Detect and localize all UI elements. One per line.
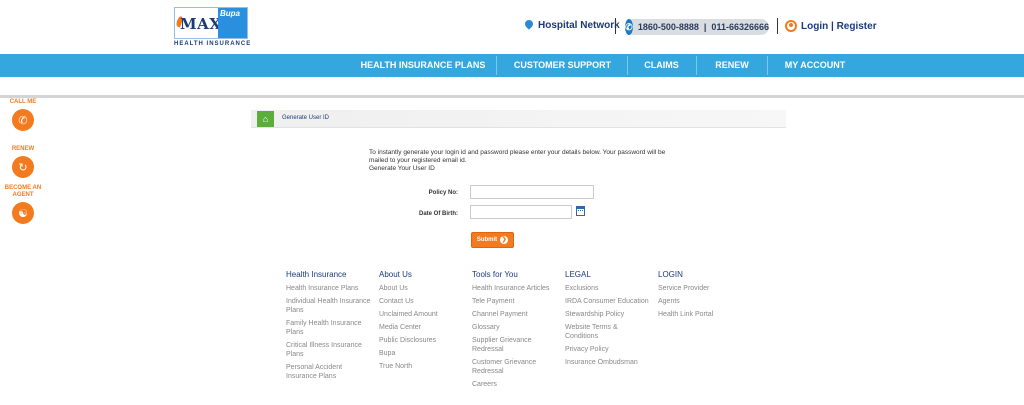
nav-my-account[interactable]: MY ACCOUNT bbox=[770, 54, 860, 77]
footer-link[interactable]: Media Center bbox=[379, 323, 464, 332]
footer-link[interactable]: Tele Payment bbox=[472, 297, 557, 306]
footer-link[interactable]: Health Insurance Articles bbox=[472, 284, 557, 293]
breadcrumb: ⌂ Generate User ID bbox=[251, 110, 786, 128]
footer-link[interactable]: Unclaimed Amount bbox=[379, 310, 464, 319]
breadcrumb-current: Generate User ID bbox=[282, 115, 330, 121]
footer-link[interactable]: About Us bbox=[379, 284, 464, 293]
site-header: MAX Bupa HEALTH INSURANCE Hospital Netwo… bbox=[0, 0, 1024, 54]
nav-health-insurance-plans[interactable]: HEALTH INSURANCE PLANS bbox=[353, 54, 493, 77]
dob-label: Date Of Birth: bbox=[419, 211, 458, 217]
phone-numbers[interactable]: ✆ 1860-500-8888 | 011-66326666 bbox=[625, 19, 769, 35]
nav-renew[interactable]: RENEW bbox=[699, 54, 765, 77]
hospital-network-link[interactable]: Hospital Network bbox=[525, 20, 620, 31]
footer-heading: LEGAL bbox=[565, 270, 591, 279]
home-icon[interactable]: ⌂ bbox=[257, 111, 274, 127]
nav-claims[interactable]: CLAIMS bbox=[630, 54, 693, 77]
footer-column-login: LOGIN Service Provider Agents Health Link P… bbox=[658, 270, 743, 323]
handshake-icon[interactable]: ☯ bbox=[12, 202, 34, 224]
footer-link[interactable]: Careers bbox=[472, 380, 557, 389]
dob-input[interactable] bbox=[470, 205, 572, 219]
footer-column-tools-for-you: Tools for You Health Insurance Articles Te… bbox=[472, 270, 557, 393]
renew-widget[interactable]: RENEW ↻ bbox=[0, 146, 46, 178]
renew-clock-icon[interactable]: ↻ bbox=[12, 156, 34, 178]
footer-link[interactable]: Stewardship Policy bbox=[565, 310, 650, 319]
footer-link[interactable]: Website Terms & Conditions bbox=[565, 323, 650, 341]
footer-link[interactable]: Customer Grievance Redressal bbox=[472, 358, 557, 376]
location-pin-icon bbox=[525, 20, 533, 31]
footer-link[interactable]: Public Disclosures bbox=[379, 336, 464, 345]
footer-column-about-us: About Us About Us Contact Us Unclaimed Amou… bbox=[379, 270, 464, 375]
footer-link[interactable]: Agents bbox=[658, 297, 743, 306]
phone-icon[interactable]: ✆ bbox=[12, 109, 34, 131]
call-me-widget[interactable]: CALL ME ✆ bbox=[0, 99, 46, 131]
footer-link[interactable]: Health Insurance Plans bbox=[286, 284, 371, 293]
footer-link[interactable]: Individual Health Insurance Plans bbox=[286, 297, 371, 315]
footer-link[interactable]: Exclusions bbox=[565, 284, 650, 293]
footer-heading: Health Insurance bbox=[286, 270, 347, 279]
footer-link[interactable]: Glossary bbox=[472, 323, 557, 332]
max-bupa-logo[interactable]: MAX Bupa HEALTH INSURANCE bbox=[174, 7, 250, 47]
footer-link[interactable]: Channel Payment bbox=[472, 310, 557, 319]
footer-link[interactable]: Supplier Grievance Redressal bbox=[472, 336, 557, 354]
form-intro: To instantly generate your login id and … bbox=[369, 149, 669, 173]
footer-link[interactable]: True North bbox=[379, 362, 464, 371]
user-icon bbox=[785, 20, 797, 32]
nav-customer-support[interactable]: CUSTOMER SUPPORT bbox=[500, 54, 625, 77]
become-agent-widget[interactable]: BECOME AN AGENT ☯ bbox=[0, 185, 46, 224]
form-heading: Generate Your User ID bbox=[369, 165, 435, 172]
footer-link[interactable]: Bupa bbox=[379, 349, 464, 358]
footer-heading: Tools for You bbox=[472, 270, 518, 279]
footer-link[interactable]: Critical Illness Insurance Plans bbox=[286, 341, 371, 359]
policy-no-input[interactable] bbox=[470, 185, 594, 199]
main-nav: HEALTH INSURANCE PLANS CUSTOMER SUPPORT … bbox=[0, 54, 1024, 77]
footer-column-legal: LEGAL Exclusions IRDA Consumer Education St… bbox=[565, 270, 650, 371]
calendar-icon[interactable] bbox=[576, 206, 585, 216]
policy-no-label: Policy No: bbox=[428, 190, 458, 196]
footer-link[interactable]: Service Provider bbox=[658, 284, 743, 293]
footer-link[interactable]: IRDA Consumer Education bbox=[565, 297, 650, 306]
footer-link[interactable]: Insurance Ombudsman bbox=[565, 358, 650, 367]
footer-link[interactable]: Contact Us bbox=[379, 297, 464, 306]
footer-column-health-insurance: Health Insurance Health Insurance Plans In… bbox=[286, 270, 371, 385]
footer-link[interactable]: Health Link Portal bbox=[658, 310, 743, 319]
arrow-right-icon: ❯ bbox=[500, 236, 509, 244]
submit-button[interactable]: Submit ❯ bbox=[471, 232, 514, 248]
footer-link[interactable]: Personal Accident Insurance Plans bbox=[286, 363, 371, 381]
phone-icon: ✆ bbox=[625, 19, 633, 35]
footer-link[interactable]: Family Health Insurance Plans bbox=[286, 319, 371, 337]
footer-heading: LOGIN bbox=[658, 270, 683, 279]
footer-link[interactable]: Privacy Policy bbox=[565, 345, 650, 354]
footer-heading: About Us bbox=[379, 270, 412, 279]
login-register-link[interactable]: Login | Register bbox=[785, 20, 877, 32]
